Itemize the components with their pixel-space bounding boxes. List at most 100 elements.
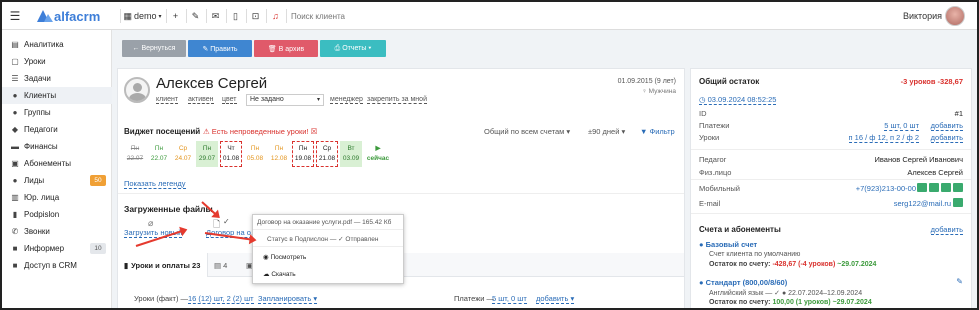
payments-count-link[interactable]: 5 шт, 0 шт <box>884 121 919 131</box>
sidebar-item-tasks[interactable]: ☰ Задачи <box>2 70 112 87</box>
sidebar-item-label: Podpislon <box>24 210 60 219</box>
back-button[interactable]: ← Вернуться <box>122 40 186 57</box>
tag-client[interactable]: клиент <box>156 96 179 104</box>
lessons-count-link[interactable]: п 16 / ф 12, п 2 / ф 2 <box>848 133 919 143</box>
add-lesson-link[interactable]: добавить <box>930 133 963 143</box>
branch-selector[interactable]: ▦ demo ▾ <box>120 9 164 23</box>
unconducted-warning[interactable]: ⚠ Есть непроведенные уроки! ☒ <box>203 127 317 136</box>
payments-value[interactable]: 5 шт, 0 шт <box>492 294 527 304</box>
sidebar-item-teachers[interactable]: ◆ Педагоги <box>2 121 112 138</box>
day-cell[interactable]: Пн 05.08 <box>244 141 266 167</box>
logo-text[interactable]: alfacrm <box>54 9 114 24</box>
sidebar-item-calls[interactable]: ✆ Звонки <box>2 223 112 240</box>
email-send-icon[interactable] <box>953 198 963 207</box>
chevron-down-icon: ▾ <box>158 13 162 20</box>
day-cell[interactable]: Пн 22.07 <box>124 141 146 167</box>
tag-color[interactable]: цвет <box>222 96 237 104</box>
email-value[interactable]: serg122@mail.ru <box>894 199 951 208</box>
tag-active[interactable]: активен <box>188 96 214 104</box>
edit-button[interactable]: ✎ Править <box>188 40 252 57</box>
gender: ♀ Мужчина <box>642 88 676 95</box>
sidebar-item-lessons[interactable]: ▢ Уроки <box>2 53 112 70</box>
assign-to-me-link[interactable]: закрепить за мной <box>367 96 427 104</box>
main-content: ← Вернуться ✎ Править 🗑 В архив ⎙ Отчеты… <box>112 30 977 308</box>
base-account-title[interactable]: ● Базовый счет <box>699 240 757 249</box>
popup-view-item[interactable]: ◉ Посмотреть <box>263 253 306 261</box>
day-cell[interactable]: Пн 19.08 <box>292 141 314 167</box>
cart-icon[interactable]: ⊡ <box>246 9 264 23</box>
day-cell[interactable]: Чт 01.08 <box>220 141 242 167</box>
mail-icon[interactable]: ✉ <box>206 9 224 23</box>
standard-subscription-title[interactable]: ● Стандарт (800,00/8/60) <box>699 278 787 287</box>
tab-lessons-payments[interactable]: ▮ Уроки и оплаты 23 <box>118 253 208 277</box>
user-plus-icon: ● <box>12 176 18 185</box>
telegram-icon[interactable] <box>941 183 951 193</box>
sidebar-item-label: Группы <box>24 108 51 117</box>
day-cell[interactable]: Ср 21.08 <box>316 141 338 167</box>
status-select-value: Не задано <box>250 96 284 103</box>
day-cell-now[interactable]: ▶ сейчас <box>364 141 392 167</box>
mobile-icon[interactable]: ▯ <box>226 9 244 23</box>
bell-icon[interactable]: ♫ <box>266 9 284 23</box>
day-cell[interactable]: Пн 29.07 <box>196 141 218 167</box>
payments-label: Платежи — <box>454 294 495 303</box>
sidebar-item-clients[interactable]: ● Клиенты <box>2 87 112 104</box>
tab-label: Уроки и оплаты 23 <box>131 260 201 270</box>
day-cell[interactable]: Ср 24.07 <box>172 141 194 167</box>
sidebar-item-leads[interactable]: ● Лиды 50 <box>2 172 112 189</box>
id-value: #1 <box>954 109 963 118</box>
balance-date[interactable]: ◷ 03.09.2024 08:52:25 <box>699 95 777 105</box>
person-value[interactable]: Алексев Сергей <box>907 168 963 177</box>
user-icon: ● <box>12 91 18 100</box>
plus-icon[interactable]: + <box>166 9 184 23</box>
edit-pencil-icon[interactable]: ✎ <box>956 277 963 286</box>
day-cell[interactable]: Пн 22.07 <box>148 141 170 167</box>
sidebar-item-label: Педагоги <box>24 125 58 134</box>
day-cell[interactable]: Вт 03.09 <box>340 141 362 167</box>
show-legend-link[interactable]: Показать легенду <box>124 179 186 189</box>
lessons-fact-value[interactable]: 16 (12) шт, 2 (2) шт <box>188 294 254 304</box>
popup-download-item[interactable]: ☁ Скачать <box>263 270 296 278</box>
files-title: Загруженные файлы <box>124 204 213 214</box>
archive-button[interactable]: 🗑 В архив <box>254 40 318 57</box>
days-filter[interactable]: ±90 дней ▾ <box>588 127 625 136</box>
schedule-link[interactable]: Запланировать ▾ <box>258 294 318 304</box>
filter-button[interactable]: ▼ Фильтр <box>640 127 675 136</box>
sidebar-item-label: Звонки <box>24 227 50 236</box>
teacher-value[interactable]: Иванов Сергей Иванович <box>875 155 963 164</box>
user-name[interactable]: Виктория <box>898 9 942 23</box>
sidebar-item-finances[interactable]: ▬ Финансы <box>2 138 112 155</box>
accounts-filter[interactable]: Общий по всем счетам ▾ <box>484 127 570 136</box>
wrench-icon[interactable]: ✎ <box>186 9 204 23</box>
check-icon: ✓ <box>223 217 230 226</box>
mobile-value[interactable]: +7(923)213-00-00 <box>856 184 916 193</box>
day-cell[interactable]: Пн 12.08 <box>268 141 290 167</box>
file-popup: Договор на оказание услуги.pdf — 165.42 … <box>252 214 404 284</box>
sidebar-item-crm-access[interactable]: ■ Доступ в CRM <box>2 257 112 274</box>
ticket-icon: ▣ <box>11 159 19 168</box>
sidebar-item-subscriptions[interactable]: ▣ Абонементы <box>2 155 112 172</box>
top-navbar: ☰ alfacrm ▦demo▾ + ✎ ✉ ▯ ⊡ ♫ Виктория <box>2 2 977 30</box>
add-payment-link[interactable]: добавить <box>930 121 963 131</box>
status-select[interactable]: Не задано ▾ <box>246 94 324 106</box>
avatar[interactable] <box>945 6 965 26</box>
add-payment-link[interactable]: добавить ▾ <box>536 294 575 304</box>
reports-button[interactable]: ⎙ Отчеты ▾ <box>320 40 386 57</box>
widget-title: Виджет посещений <box>124 127 201 136</box>
whatsapp-icon[interactable] <box>917 183 927 193</box>
sidebar: ▤ Аналитика ▢ Уроки ☰ Задачи ● Клиенты ● Груп… <box>2 30 112 308</box>
sms-icon[interactable] <box>953 183 963 193</box>
sidebar-item-analytics[interactable]: ▤ Аналитика <box>2 36 112 53</box>
client-search-input[interactable] <box>286 9 446 23</box>
standard-subscription-balance: Остаток по счету: 100,00 (1 уроков) ~29.… <box>709 299 872 306</box>
sidebar-item-informer[interactable]: ■ Информер 10 <box>2 240 112 257</box>
sidebar-item-legal-entities[interactable]: ▥ Юр. лица <box>2 189 112 206</box>
add-account-link[interactable]: добавить <box>930 225 963 235</box>
file-icon: ▮ <box>12 210 18 219</box>
hamburger-menu-icon[interactable]: ☰ <box>8 9 22 23</box>
manager-link[interactable]: менеджер <box>330 96 363 104</box>
viber-icon[interactable] <box>929 183 939 193</box>
sidebar-item-groups[interactable]: ● Группы <box>2 104 112 121</box>
tab-second[interactable]: ▤ 4 <box>214 253 244 277</box>
sidebar-item-podpislon[interactable]: ▮ Podpislon <box>2 206 112 223</box>
